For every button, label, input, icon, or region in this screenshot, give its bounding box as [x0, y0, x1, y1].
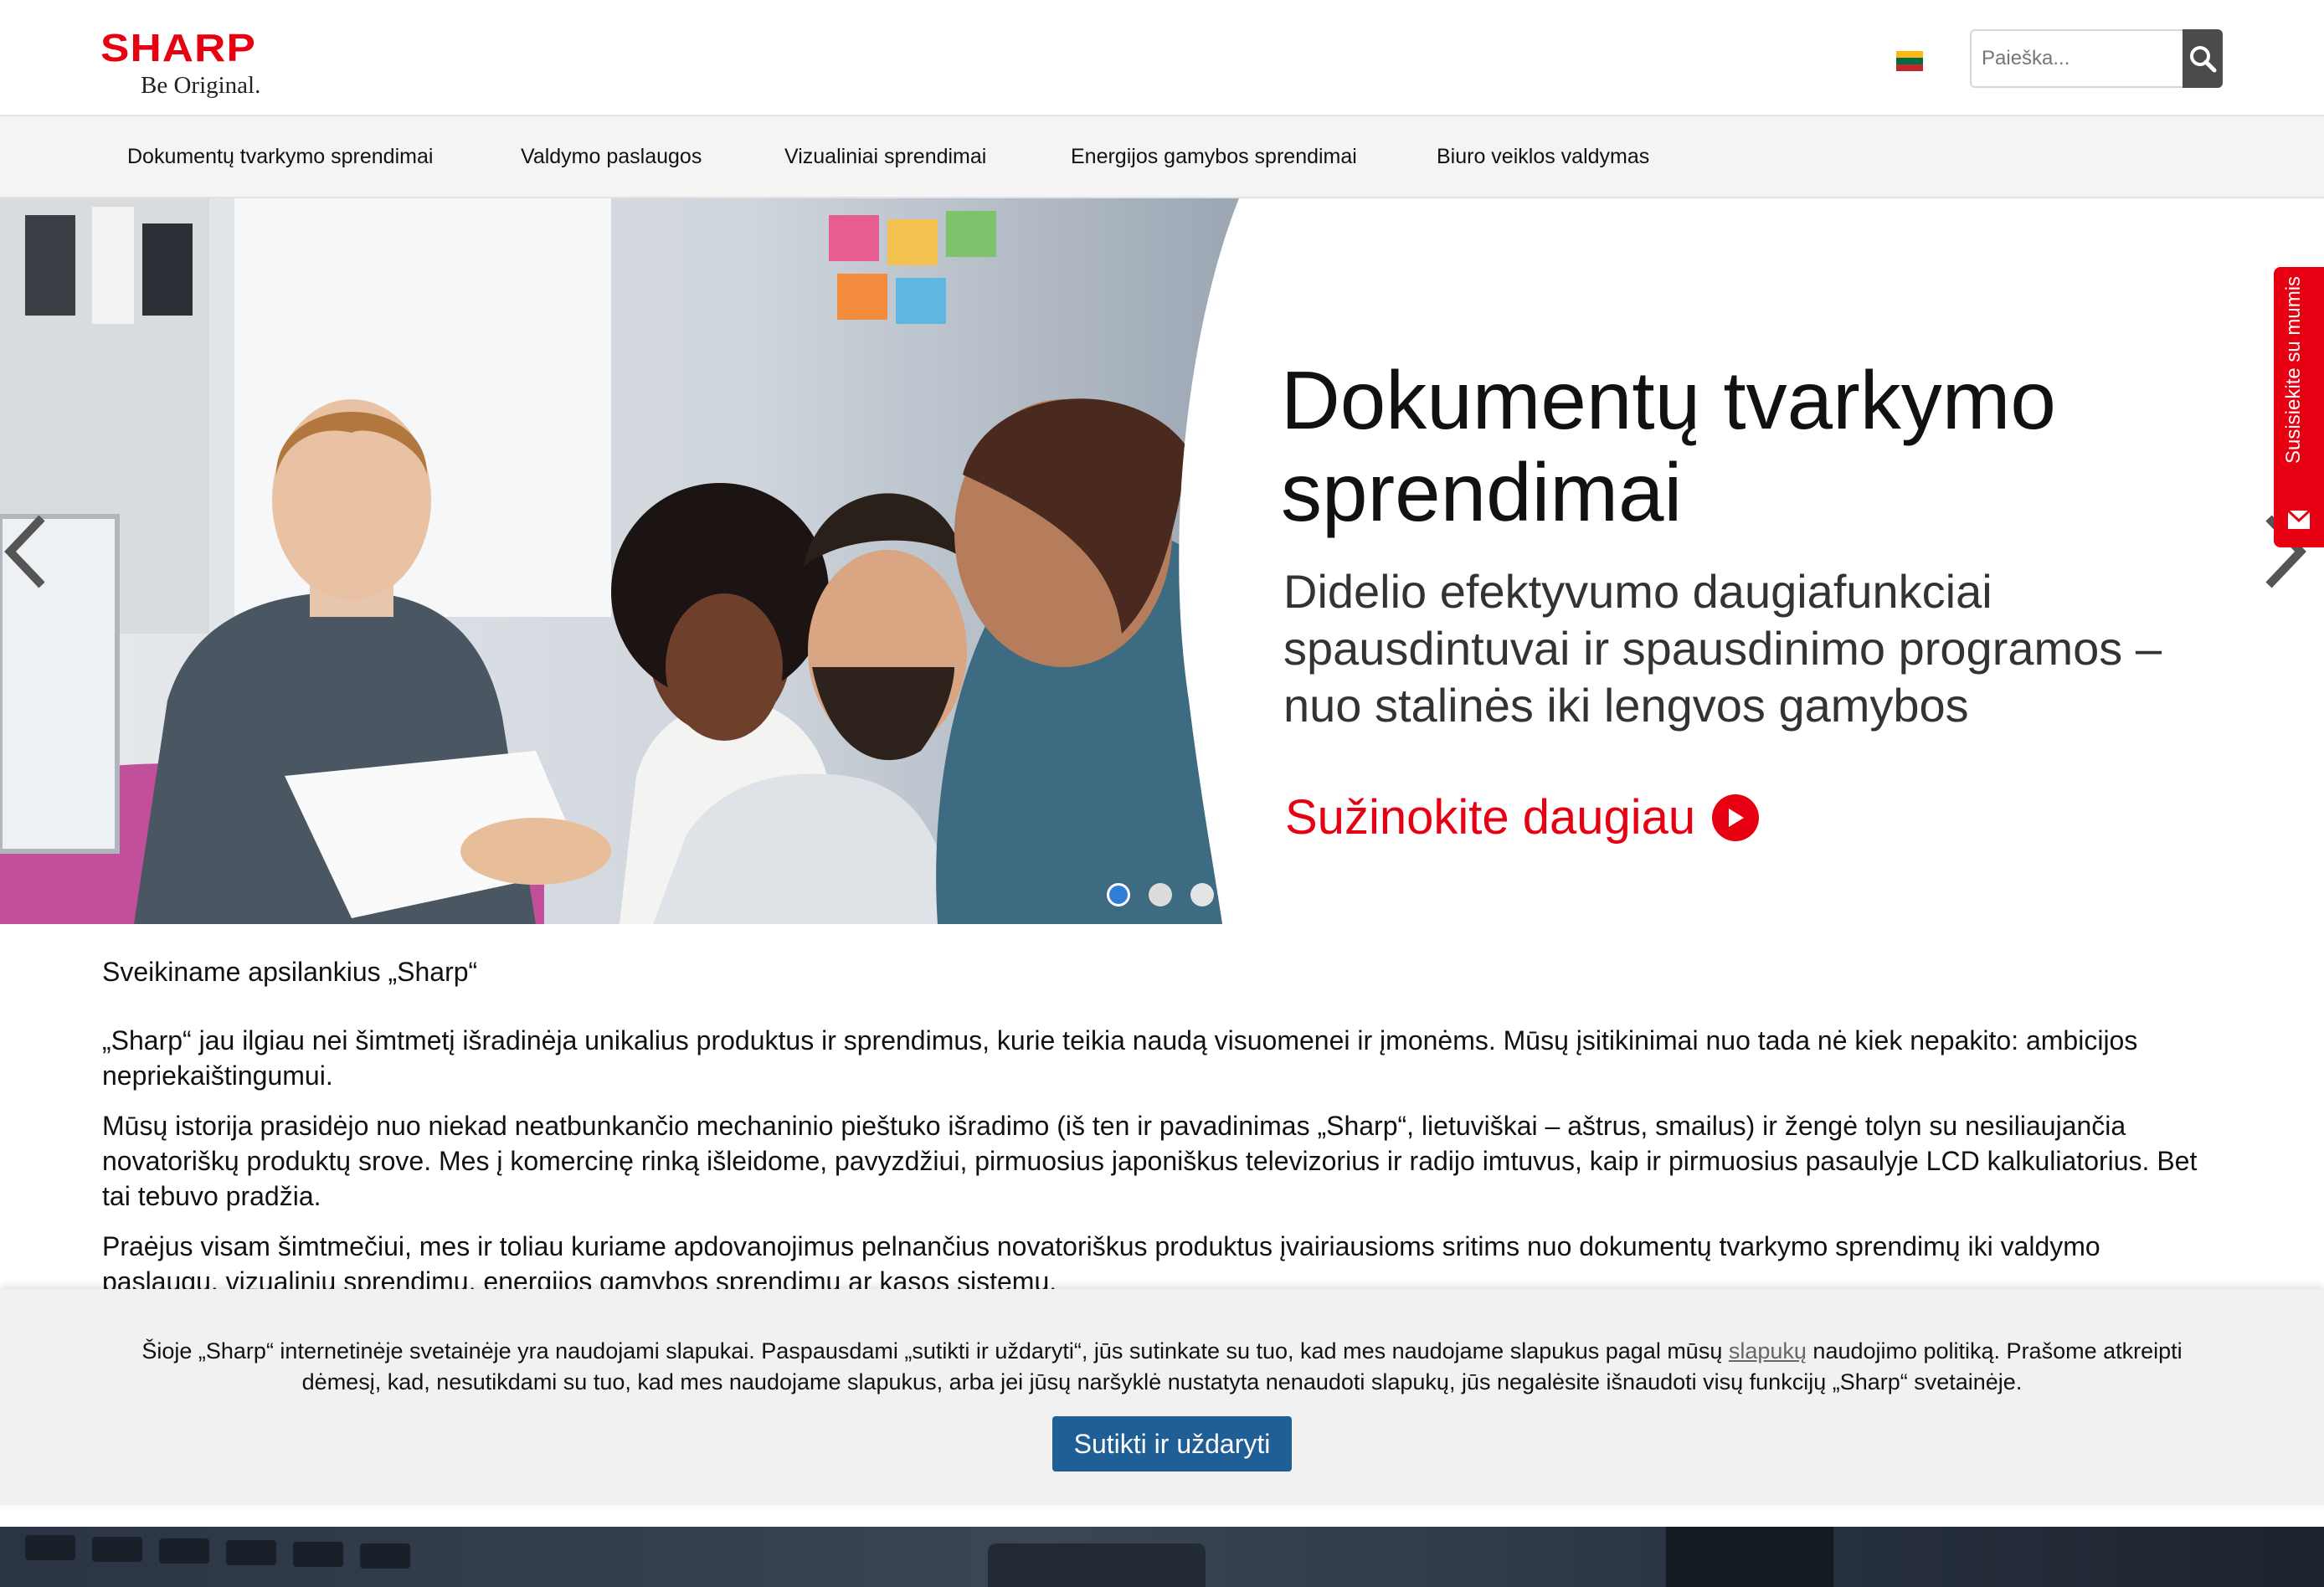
hero-photo	[0, 198, 1239, 924]
intro-paragraph-1: „Sharp“ jau ilgiau nei šimtmetį išradinė…	[102, 1025, 2138, 1091]
chevron-left-icon	[4, 515, 45, 588]
welcome-heading: Sveikiname apsilankius „Sharp“	[102, 957, 478, 987]
play-arrow-icon	[1712, 794, 1760, 841]
search-input[interactable]	[1970, 29, 2183, 88]
logo-tagline: Be Original.	[141, 72, 261, 99]
intro-paragraph-2: Mūsų istorija prasidėjo nuo niekad neatb…	[102, 1111, 2198, 1211]
mail-icon	[2286, 509, 2311, 529]
cookie-policy-link[interactable]: slapukų	[1729, 1338, 1807, 1364]
nav-item-office-management[interactable]: Biuro veiklos valdymas	[1437, 145, 1649, 169]
contact-us-label: Susisiekite su mumis	[2282, 275, 2305, 464]
accept-and-close-button[interactable]: Sutikti ir uždaryti	[1052, 1416, 1292, 1471]
contact-us-tab[interactable]: Susisiekite su mumis	[2274, 267, 2324, 547]
next-section-banner	[0, 1527, 2324, 1587]
carousel-dot-2[interactable]	[1149, 883, 1172, 906]
site-header: SHARP Be Original.	[0, 0, 2324, 116]
nav-item-visual-solutions[interactable]: Vizualiniai sprendimai	[784, 145, 986, 169]
intro-content: Sveikiname apsilankius „Sharp“ „Sharp“ j…	[102, 954, 2212, 1314]
nav-item-managed-services[interactable]: Valdymo paslaugos	[521, 145, 702, 169]
learn-more-label: Sužinokite daugiau	[1285, 790, 1696, 845]
carousel-prev-button[interactable]	[0, 510, 50, 593]
logo-wordmark: SHARP	[100, 26, 256, 69]
cookie-banner: Šioje „Sharp“ internetinėje svetainėje y…	[0, 1289, 2324, 1505]
sharp-logo[interactable]: SHARP Be Original.	[100, 28, 295, 100]
lithuania-flag-icon[interactable]	[1896, 51, 1923, 71]
cookie-notice-text: Šioje „Sharp“ internetinėje svetainėje y…	[109, 1336, 2215, 1398]
keyboard-image	[25, 1527, 1833, 1587]
search-box	[1970, 29, 2223, 88]
search-icon	[2190, 46, 2217, 73]
main-navigation: Dokumentų tvarkymo sprendimai Valdymo pa…	[0, 116, 2324, 198]
hero-subtitle: Didelio efektyvumo daugiafunkciai spausd…	[1283, 565, 2162, 732]
hero-title: Dokumentų tvarkymo sprendimai	[1281, 354, 2056, 538]
learn-more-link[interactable]: Sužinokite daugiau	[1285, 789, 1760, 845]
cookie-text-before: Šioje „Sharp“ internetinėje svetainėje y…	[141, 1338, 1729, 1364]
nav-item-document-solutions[interactable]: Dokumentų tvarkymo sprendimai	[127, 145, 433, 169]
carousel-dot-3[interactable]	[1190, 883, 1214, 906]
hero-carousel: Dokumentų tvarkymo sprendimai Didelio ef…	[0, 198, 2324, 924]
search-button[interactable]	[2183, 29, 2223, 88]
carousel-dot-1[interactable]	[1107, 883, 1130, 906]
nav-item-energy-solutions[interactable]: Energijos gamybos sprendimai	[1071, 145, 1357, 169]
